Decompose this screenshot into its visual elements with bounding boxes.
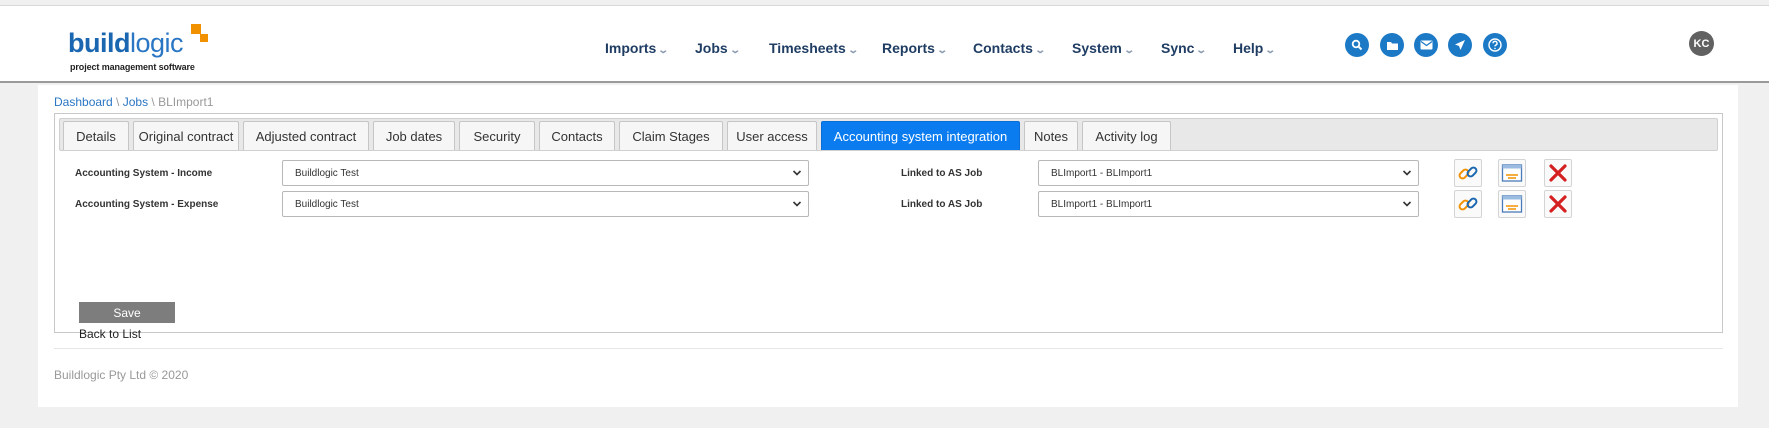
select-value: Buildlogic Test xyxy=(295,198,359,210)
linked-as-job-expense-select[interactable]: BLImport1 - BLImport1 xyxy=(1038,191,1419,217)
search-icon[interactable] xyxy=(1345,33,1369,57)
link-job-button[interactable] xyxy=(1454,190,1482,218)
breadcrumb-dashboard[interactable]: Dashboard xyxy=(54,95,113,109)
chevron-down-icon: ⌄ xyxy=(729,45,741,56)
chevron-down-icon: ⌄ xyxy=(1195,45,1208,56)
nav-jobs[interactable]: Jobs⌄ xyxy=(695,40,741,56)
chevron-down-icon: ⌄ xyxy=(1264,45,1277,56)
breadcrumb-separator: \ xyxy=(148,95,159,109)
nav-label: System xyxy=(1072,40,1122,56)
send-icon[interactable] xyxy=(1448,33,1472,57)
accounting-system-income-label: Accounting System - Income xyxy=(75,168,213,179)
accounting-system-income-select[interactable]: Buildlogic Test xyxy=(282,160,809,186)
breadcrumb-jobs[interactable]: Jobs xyxy=(123,95,148,109)
breadcrumb: Dashboard \ Jobs \ BLImport1 xyxy=(54,95,213,109)
folder-icon[interactable] xyxy=(1380,33,1404,57)
tab-accounting-system-integration[interactable]: Accounting system integration xyxy=(821,121,1020,150)
logo-light: logic xyxy=(129,28,184,58)
linked-as-job-label: Linked to AS Job xyxy=(901,168,983,179)
mail-icon[interactable] xyxy=(1414,33,1438,57)
buildlogic-logo[interactable]: buildlogic project management software xyxy=(68,24,218,76)
chevron-down-icon: ⌄ xyxy=(936,45,948,56)
save-button[interactable]: Save xyxy=(79,302,175,323)
nav-sync[interactable]: Sync⌄ xyxy=(1161,40,1208,56)
tab-activity-log[interactable]: Activity log xyxy=(1082,121,1171,150)
main-content: Dashboard \ Jobs \ BLImport1 Details Ori… xyxy=(38,85,1738,407)
window-icon xyxy=(1501,195,1523,213)
linked-as-job-label: Linked to AS Job xyxy=(901,199,983,210)
remove-link-button[interactable] xyxy=(1544,159,1572,187)
logo-tagline: project management software xyxy=(70,62,195,72)
chevron-down-icon: ⌄ xyxy=(847,45,859,56)
tab-security[interactable]: Security xyxy=(459,121,535,150)
breadcrumb-separator: \ xyxy=(112,95,123,109)
breadcrumb-current: BLImport1 xyxy=(158,95,214,109)
footer-copyright: Buildlogic Pty Ltd © 2020 xyxy=(54,368,189,382)
tab-notes[interactable]: Notes xyxy=(1024,121,1078,150)
chevron-down-icon: ⌄ xyxy=(1034,45,1046,56)
link-icon xyxy=(1458,197,1478,211)
logo-bold: build xyxy=(68,28,130,58)
remove-link-button[interactable] xyxy=(1544,190,1572,218)
logo-square-small-icon xyxy=(200,34,208,42)
logo-square-icon xyxy=(191,24,201,34)
browse-jobs-button[interactable] xyxy=(1498,190,1526,218)
tab-bar: Details Original contract Adjusted contr… xyxy=(59,118,1718,151)
select-value: BLImport1 - BLImport1 xyxy=(1051,167,1153,179)
close-icon xyxy=(1549,195,1567,213)
help-icon[interactable] xyxy=(1483,33,1507,57)
close-icon xyxy=(1549,164,1567,182)
logo-wordmark: buildlogic xyxy=(68,28,184,58)
nav-imports[interactable]: Imports⌄ xyxy=(605,40,670,56)
nav-label: Reports xyxy=(882,40,935,56)
link-icon xyxy=(1458,166,1478,180)
nav-label: Jobs xyxy=(695,40,728,56)
chevron-down-icon xyxy=(792,201,802,207)
accounting-system-expense-label: Accounting System - Expense xyxy=(75,199,219,210)
back-to-list-link[interactable]: Back to List xyxy=(79,327,141,341)
tab-user-access[interactable]: User access xyxy=(727,121,817,150)
nav-reports[interactable]: Reports⌄ xyxy=(882,40,948,56)
nav-contacts[interactable]: Contacts⌄ xyxy=(973,40,1046,56)
chevron-down-icon: ⌄ xyxy=(1123,45,1135,56)
nav-label: Sync xyxy=(1161,40,1195,56)
chevron-down-icon: ⌄ xyxy=(657,45,670,56)
app-header: buildlogic project management software I… xyxy=(0,6,1769,83)
tab-contacts[interactable]: Contacts xyxy=(539,121,615,150)
nav-label: Imports xyxy=(605,40,657,56)
accounting-system-expense-select[interactable]: Buildlogic Test xyxy=(282,191,809,217)
window-icon xyxy=(1501,164,1523,182)
nav-system[interactable]: System⌄ xyxy=(1072,40,1135,56)
chevron-down-icon xyxy=(1402,201,1412,207)
linked-as-job-income-select[interactable]: BLImport1 - BLImport1 xyxy=(1038,160,1419,186)
tab-original-contract[interactable]: Original contract xyxy=(133,121,239,150)
tab-adjusted-contract[interactable]: Adjusted contract xyxy=(243,121,369,150)
tab-claim-stages[interactable]: Claim Stages xyxy=(619,121,723,150)
tab-job-dates[interactable]: Job dates xyxy=(373,121,455,150)
nav-timesheets[interactable]: Timesheets⌄ xyxy=(769,40,859,56)
nav-help[interactable]: Help⌄ xyxy=(1233,40,1277,56)
browse-jobs-button[interactable] xyxy=(1498,159,1526,187)
user-avatar[interactable]: KC xyxy=(1689,31,1714,56)
link-job-button[interactable] xyxy=(1454,159,1482,187)
nav-label: Timesheets xyxy=(769,40,846,56)
select-value: Buildlogic Test xyxy=(295,167,359,179)
footer-divider xyxy=(54,348,1723,349)
chevron-down-icon xyxy=(792,170,802,176)
nav-label: Contacts xyxy=(973,40,1033,56)
chevron-down-icon xyxy=(1402,170,1412,176)
select-value: BLImport1 - BLImport1 xyxy=(1051,198,1153,210)
job-panel: Details Original contract Adjusted contr… xyxy=(54,113,1723,341)
nav-label: Help xyxy=(1233,40,1264,56)
tab-details[interactable]: Details xyxy=(63,121,129,150)
